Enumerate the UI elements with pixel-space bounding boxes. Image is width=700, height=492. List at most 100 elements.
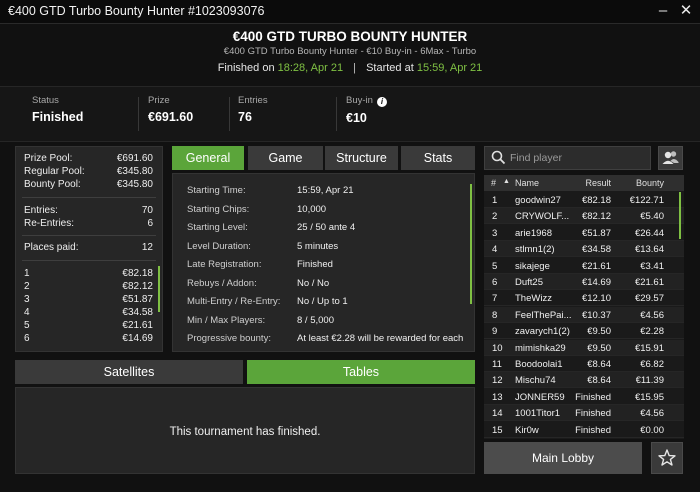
- tab-general[interactable]: General: [172, 146, 244, 170]
- friends-button[interactable]: [658, 146, 683, 170]
- player-result: Finished: [575, 408, 611, 420]
- stat-prize: Prize €691.60: [148, 95, 193, 124]
- stat-buyin: Buy-in i €10: [346, 95, 387, 125]
- table-row[interactable]: 14 1001Titor1 Finished €4.56: [484, 405, 684, 422]
- player-rank: 7: [492, 293, 498, 305]
- stat-buyin-value: €10: [346, 111, 367, 125]
- payout-scrollbar[interactable]: [158, 266, 160, 312]
- table-row[interactable]: 7 TheWizz €12.10 €29.57: [484, 290, 684, 307]
- table-row[interactable]: 13 JONNER59 Finished €15.95: [484, 389, 684, 405]
- player-rank: 5: [492, 260, 498, 272]
- player-name: stlmn1(2): [515, 244, 555, 256]
- header-name[interactable]: Name: [515, 178, 539, 188]
- info-value: 5 minutes: [297, 241, 339, 252]
- player-rank: 8: [492, 309, 498, 321]
- player-result: €9.50: [587, 326, 611, 338]
- player-bounty: €26.44: [634, 227, 664, 239]
- payout-place: 2: [24, 281, 30, 292]
- table-row[interactable]: 15 Kir0w Finished €0.00: [484, 422, 684, 438]
- finished-label: Finished on: [217, 62, 275, 74]
- player-name: Boodoolai1: [515, 359, 563, 370]
- table-row[interactable]: 6 Duft25 €14.69 €21.61: [484, 274, 684, 290]
- player-result: €8.64: [587, 375, 611, 387]
- payout-row: 3 €51.87: [24, 294, 153, 307]
- player-name: Kir0w: [515, 424, 539, 436]
- info-scrollbar[interactable]: [470, 184, 472, 304]
- prize-pool-label: Prize Pool:: [24, 153, 73, 164]
- player-name: Mischu74: [515, 375, 556, 387]
- payout-amount: €34.58: [122, 307, 153, 318]
- tournament-subtitle: €400 GTD Turbo Bounty Hunter - €10 Buy-i…: [223, 46, 477, 57]
- places-paid-label: Places paid:: [24, 242, 79, 253]
- bounty-pool-row: Bounty Pool: €345.80: [24, 179, 153, 192]
- reentries-value: 6: [147, 218, 153, 229]
- table-row[interactable]: 9 zavarych1(2) €9.50 €2.28: [484, 323, 684, 340]
- info-label: Starting Time:: [187, 185, 246, 196]
- player-bounty: €4.56: [640, 309, 664, 321]
- payout-place: 3: [24, 294, 30, 305]
- player-rank: 13: [492, 391, 503, 403]
- player-bounty: €29.57: [634, 293, 664, 305]
- sort-up-icon[interactable]: ▲: [503, 178, 510, 185]
- window-title: €400 GTD Turbo Bounty Hunter #1023093076: [8, 4, 265, 18]
- table-row[interactable]: 1 goodwin27 €82.18 €122.71: [484, 192, 684, 208]
- started-label: Started at: [366, 62, 414, 74]
- entries-row: Entries: 70: [24, 205, 153, 218]
- table-row[interactable]: 2 CRYWOLF... €82.12 €5.40: [484, 208, 684, 225]
- player-bounty: €13.64: [634, 244, 664, 256]
- player-rank: 3: [492, 227, 498, 239]
- payout-row: 1 €82.18: [24, 268, 153, 281]
- info-value: Finished: [297, 259, 333, 270]
- table-row[interactable]: 8 FeelThePai... €10.37 €4.56: [484, 306, 684, 323]
- info-value: 8 / 5,000: [297, 315, 334, 326]
- table-row[interactable]: 11 Boodoolai1 €8.64 €6.82: [484, 356, 684, 372]
- search-box[interactable]: [484, 146, 651, 170]
- tab-structure[interactable]: Structure: [325, 146, 398, 170]
- tab-satellites[interactable]: Satellites: [15, 360, 243, 384]
- bounty-pool-value: €345.80: [116, 179, 153, 190]
- star-icon: [658, 449, 676, 466]
- player-name: Duft25: [515, 277, 543, 288]
- player-rank: 15: [492, 424, 503, 436]
- player-result: Finished: [575, 424, 611, 436]
- stat-entries-value: 76: [238, 110, 252, 124]
- header-rank[interactable]: #: [491, 178, 496, 188]
- player-rank: 1: [492, 195, 498, 206]
- tab-tables[interactable]: Tables: [247, 360, 475, 384]
- tab-game[interactable]: Game: [248, 146, 323, 170]
- table-row[interactable]: 12 Mischu74 €8.64 €11.39: [484, 372, 684, 389]
- info-icon[interactable]: i: [376, 97, 387, 107]
- main-lobby-button[interactable]: Main Lobby: [484, 442, 642, 474]
- table-row[interactable]: 10 mimishka29 €9.50 €15.91: [484, 339, 684, 356]
- player-bounty: €3.41: [640, 260, 664, 272]
- player-result: €14.69: [581, 277, 611, 288]
- favorite-button[interactable]: [651, 442, 683, 474]
- stat-status-value: Finished: [32, 110, 84, 124]
- payout-row: 6 €14.69: [24, 333, 153, 346]
- header-bounty[interactable]: Bounty: [636, 178, 664, 188]
- tab-stats[interactable]: Stats: [401, 146, 475, 170]
- payout-amount: €21.61: [122, 320, 153, 331]
- info-label: Multi-Entry / Re-Entry:: [187, 296, 281, 307]
- table-row[interactable]: 5 sikajege €21.61 €3.41: [484, 258, 684, 274]
- times-separator: |: [353, 62, 357, 74]
- payout-place: 4: [24, 307, 30, 318]
- minimize-icon[interactable]: –: [654, 2, 672, 20]
- player-bounty: €4.56: [640, 408, 664, 420]
- divider: [336, 97, 337, 131]
- entries-label: Entries:: [24, 205, 58, 216]
- table-row[interactable]: 3 arie1968 €51.87 €26.44: [484, 225, 684, 241]
- tournament-times: Finished on 18:28, Apr 21 | Started at 1…: [0, 62, 700, 74]
- player-name: goodwin27: [515, 195, 561, 206]
- regular-pool-label: Regular Pool:: [24, 166, 85, 177]
- finished-message: This tournament has finished.: [169, 426, 321, 438]
- table-row[interactable]: 4 stlmn1(2) €34.58 €13.64: [484, 241, 684, 258]
- close-icon[interactable]: ✕: [677, 2, 695, 20]
- player-name: sikajege: [515, 260, 550, 272]
- header-result[interactable]: Result: [585, 178, 611, 188]
- stat-prize-value: €691.60: [148, 110, 194, 124]
- payout-amount: €82.18: [122, 268, 153, 279]
- find-player-input[interactable]: [510, 150, 648, 166]
- prize-pool-value: €691.60: [116, 153, 153, 164]
- players-scrollbar[interactable]: [679, 192, 681, 239]
